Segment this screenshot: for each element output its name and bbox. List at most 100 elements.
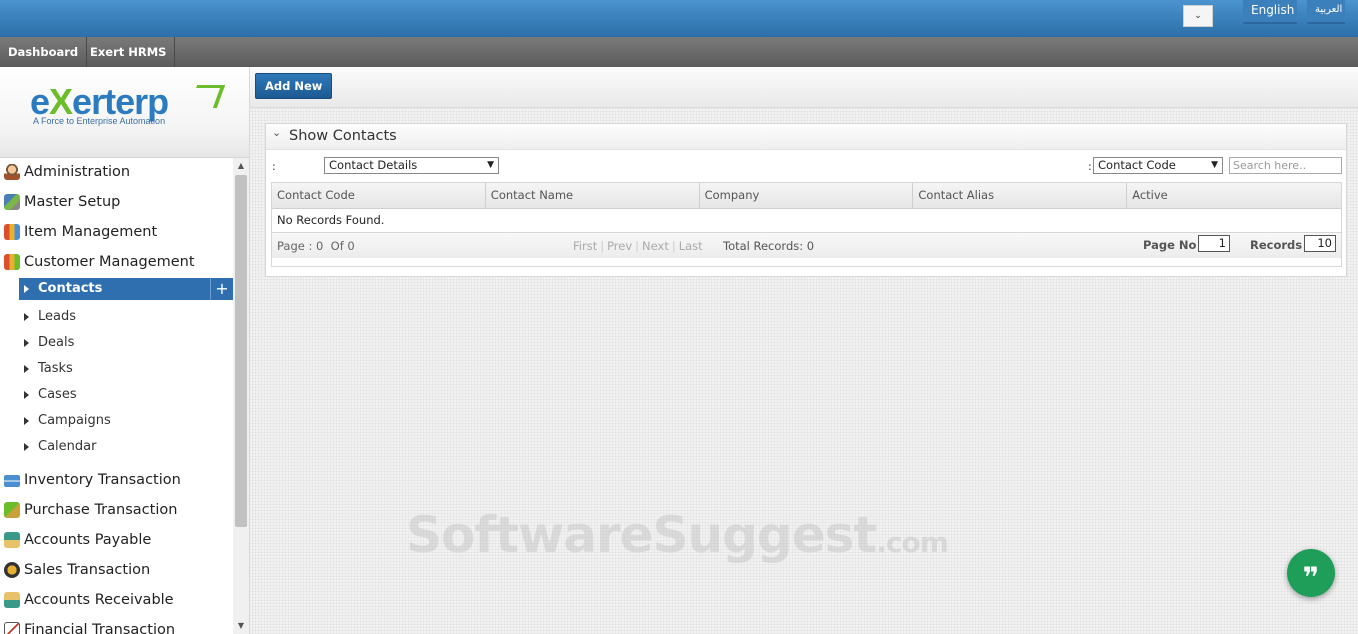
first-page-link[interactable]: First xyxy=(573,239,597,253)
english-language-button[interactable]: English xyxy=(1243,0,1297,24)
view-select[interactable]: Contact Details ▼ xyxy=(324,157,499,174)
inventory-icon xyxy=(4,475,20,487)
sidebar-subitem-label: Calendar xyxy=(38,439,97,454)
logo-swoosh-icon xyxy=(188,85,226,108)
scroll-thumb[interactable] xyxy=(235,175,247,527)
payable-icon xyxy=(4,532,20,548)
column-header-contact-alias[interactable]: Contact Alias xyxy=(913,183,1128,208)
sidebar-subitem-leads[interactable]: Leads xyxy=(0,304,233,330)
sidebar-subitem-label: Leads xyxy=(38,309,77,324)
purchase-icon xyxy=(4,502,20,518)
sidebar-subitem-contacts[interactable]: Contacts + xyxy=(19,278,233,300)
sidebar-subitem-label: Contacts xyxy=(38,281,103,296)
sidebar-item-accounts-receivable[interactable]: Accounts Receivable xyxy=(0,586,233,616)
grid-empty-message: No Records Found. xyxy=(277,213,385,227)
chevron-down-icon[interactable]: ⌄ xyxy=(272,126,281,139)
caret-right-icon xyxy=(24,443,29,451)
nav-dashboard[interactable]: Dashboard xyxy=(0,37,88,67)
scroll-down-icon[interactable]: ▼ xyxy=(233,618,249,634)
sidebar-item-label: Accounts Payable xyxy=(24,532,152,548)
column-header-contact-name[interactable]: Contact Name xyxy=(486,183,700,208)
sidebar-item-administration[interactable]: Administration xyxy=(0,158,233,188)
caret-right-icon xyxy=(24,285,29,293)
view-select-value: Contact Details xyxy=(329,158,418,172)
chat-button[interactable]: ❞ xyxy=(1287,549,1335,597)
sidebar-item-customer-management[interactable]: Customer Management xyxy=(0,248,233,278)
column-header-active[interactable]: Active xyxy=(1127,183,1341,208)
caret-right-icon xyxy=(24,339,29,347)
quote-icon: ❞ xyxy=(1302,561,1320,594)
sidebar-item-inventory-transaction[interactable]: Inventory Transaction xyxy=(0,466,233,496)
sidebar-menu: Administration Master Setup Item Managem… xyxy=(0,158,233,634)
add-new-button[interactable]: Add New xyxy=(255,73,333,99)
logo: eXerterp A Force to Enterprise Automatio… xyxy=(0,67,249,158)
nav-exert-hrms[interactable]: Exert HRMS xyxy=(82,37,176,67)
search-field-select[interactable]: Contact Code ▼ xyxy=(1093,157,1223,174)
pagination-nav: First | Prev | Next | Last xyxy=(573,239,703,253)
sidebar-subitem-deals[interactable]: Deals xyxy=(0,330,233,356)
page-no-label: Page No xyxy=(1143,238,1197,252)
sidebar-item-label: Sales Transaction xyxy=(24,562,151,578)
page-no-input[interactable]: 1 xyxy=(1198,235,1230,252)
scroll-up-icon[interactable]: ▲ xyxy=(233,158,249,174)
items-icon xyxy=(4,224,20,240)
prev-page-link[interactable]: Prev xyxy=(607,239,632,253)
logo-tagline: A Force to Enterprise Automation xyxy=(33,116,166,126)
search-input[interactable]: Search here.. xyxy=(1229,157,1342,174)
watermark-text: SoftwareSuggest xyxy=(406,506,877,564)
grid-footer: Page : 0 Of 0 First | Prev | Next | Last Total… xyxy=(272,232,1341,258)
watermark-suffix: .com xyxy=(876,526,949,559)
receivable-icon xyxy=(4,592,20,608)
sidebar-subitem-campaigns[interactable]: Campaigns xyxy=(0,408,233,434)
column-header-contact-code[interactable]: Contact Code xyxy=(272,183,486,208)
panel-header[interactable]: ⌄ Show Contacts xyxy=(266,124,1346,150)
sidebar-item-sales-transaction[interactable]: Sales Transaction xyxy=(0,556,233,586)
sidebar-subitem-calendar[interactable]: Calendar xyxy=(0,434,233,460)
sidebar-item-accounts-payable[interactable]: Accounts Payable xyxy=(0,526,233,556)
caret-right-icon xyxy=(24,417,29,425)
records-label: Records xyxy=(1250,238,1303,252)
sidebar-scrollbar[interactable]: ▲ ▼ xyxy=(233,158,249,634)
sidebar-item-label: Item Management xyxy=(24,224,158,240)
chevron-down-icon: ⌄ xyxy=(1194,11,1202,21)
sidebar-item-item-management[interactable]: Item Management xyxy=(0,218,233,248)
caret-down-icon: ▼ xyxy=(1211,160,1218,170)
panel-title: Show Contacts xyxy=(289,128,397,144)
sidebar-item-label: Customer Management xyxy=(24,254,195,270)
admin-icon xyxy=(4,164,20,180)
next-page-link[interactable]: Next xyxy=(642,239,669,253)
records-per-page-input[interactable]: 10 xyxy=(1304,235,1336,252)
search-field-label: : xyxy=(1088,160,1092,173)
page-label: Page : 0 xyxy=(277,239,324,253)
sidebar-item-label: Financial Transaction xyxy=(24,622,176,634)
column-header-company[interactable]: Company xyxy=(700,183,914,208)
caret-right-icon xyxy=(24,391,29,399)
sidebar-item-label: Inventory Transaction xyxy=(24,472,181,488)
sidebar-item-label: Purchase Transaction xyxy=(24,502,178,518)
sidebar-item-purchase-transaction[interactable]: Purchase Transaction xyxy=(0,496,233,526)
caret-right-icon xyxy=(24,313,29,321)
sales-icon xyxy=(4,562,20,578)
main-nav: Dashboard Exert HRMS xyxy=(0,37,1358,67)
page-indicator: Page : 0 Of 0 xyxy=(277,239,355,253)
sidebar-item-financial-transaction[interactable]: Financial Transaction xyxy=(0,616,233,634)
caret-down-icon: ▼ xyxy=(487,160,494,170)
sidebar-item-master-setup[interactable]: Master Setup xyxy=(0,188,233,218)
grid-header: Contact Code Contact Name Company Contac… xyxy=(272,183,1341,209)
total-records: Total Records: 0 xyxy=(723,239,815,253)
add-contact-icon[interactable]: + xyxy=(210,278,233,300)
sidebar-subitem-cases[interactable]: Cases xyxy=(0,382,233,408)
contacts-grid: Contact Code Contact Name Company Contac… xyxy=(271,182,1342,267)
top-bar: ⌄ English العربية xyxy=(0,0,1358,37)
page-of-label: Of 0 xyxy=(330,239,355,253)
last-page-link[interactable]: Last xyxy=(679,239,703,253)
sidebar-subitem-label: Cases xyxy=(38,387,77,402)
sidebar-item-label: Accounts Receivable xyxy=(24,592,174,608)
sidebar-item-label: Master Setup xyxy=(24,194,121,210)
arabic-language-button[interactable]: العربية xyxy=(1307,0,1345,24)
sidebar-subitem-tasks[interactable]: Tasks xyxy=(0,356,233,382)
filter-label: : xyxy=(272,160,276,173)
financial-icon xyxy=(4,622,20,634)
language-dropdown[interactable]: ⌄ xyxy=(1183,5,1213,27)
caret-right-icon xyxy=(24,365,29,373)
